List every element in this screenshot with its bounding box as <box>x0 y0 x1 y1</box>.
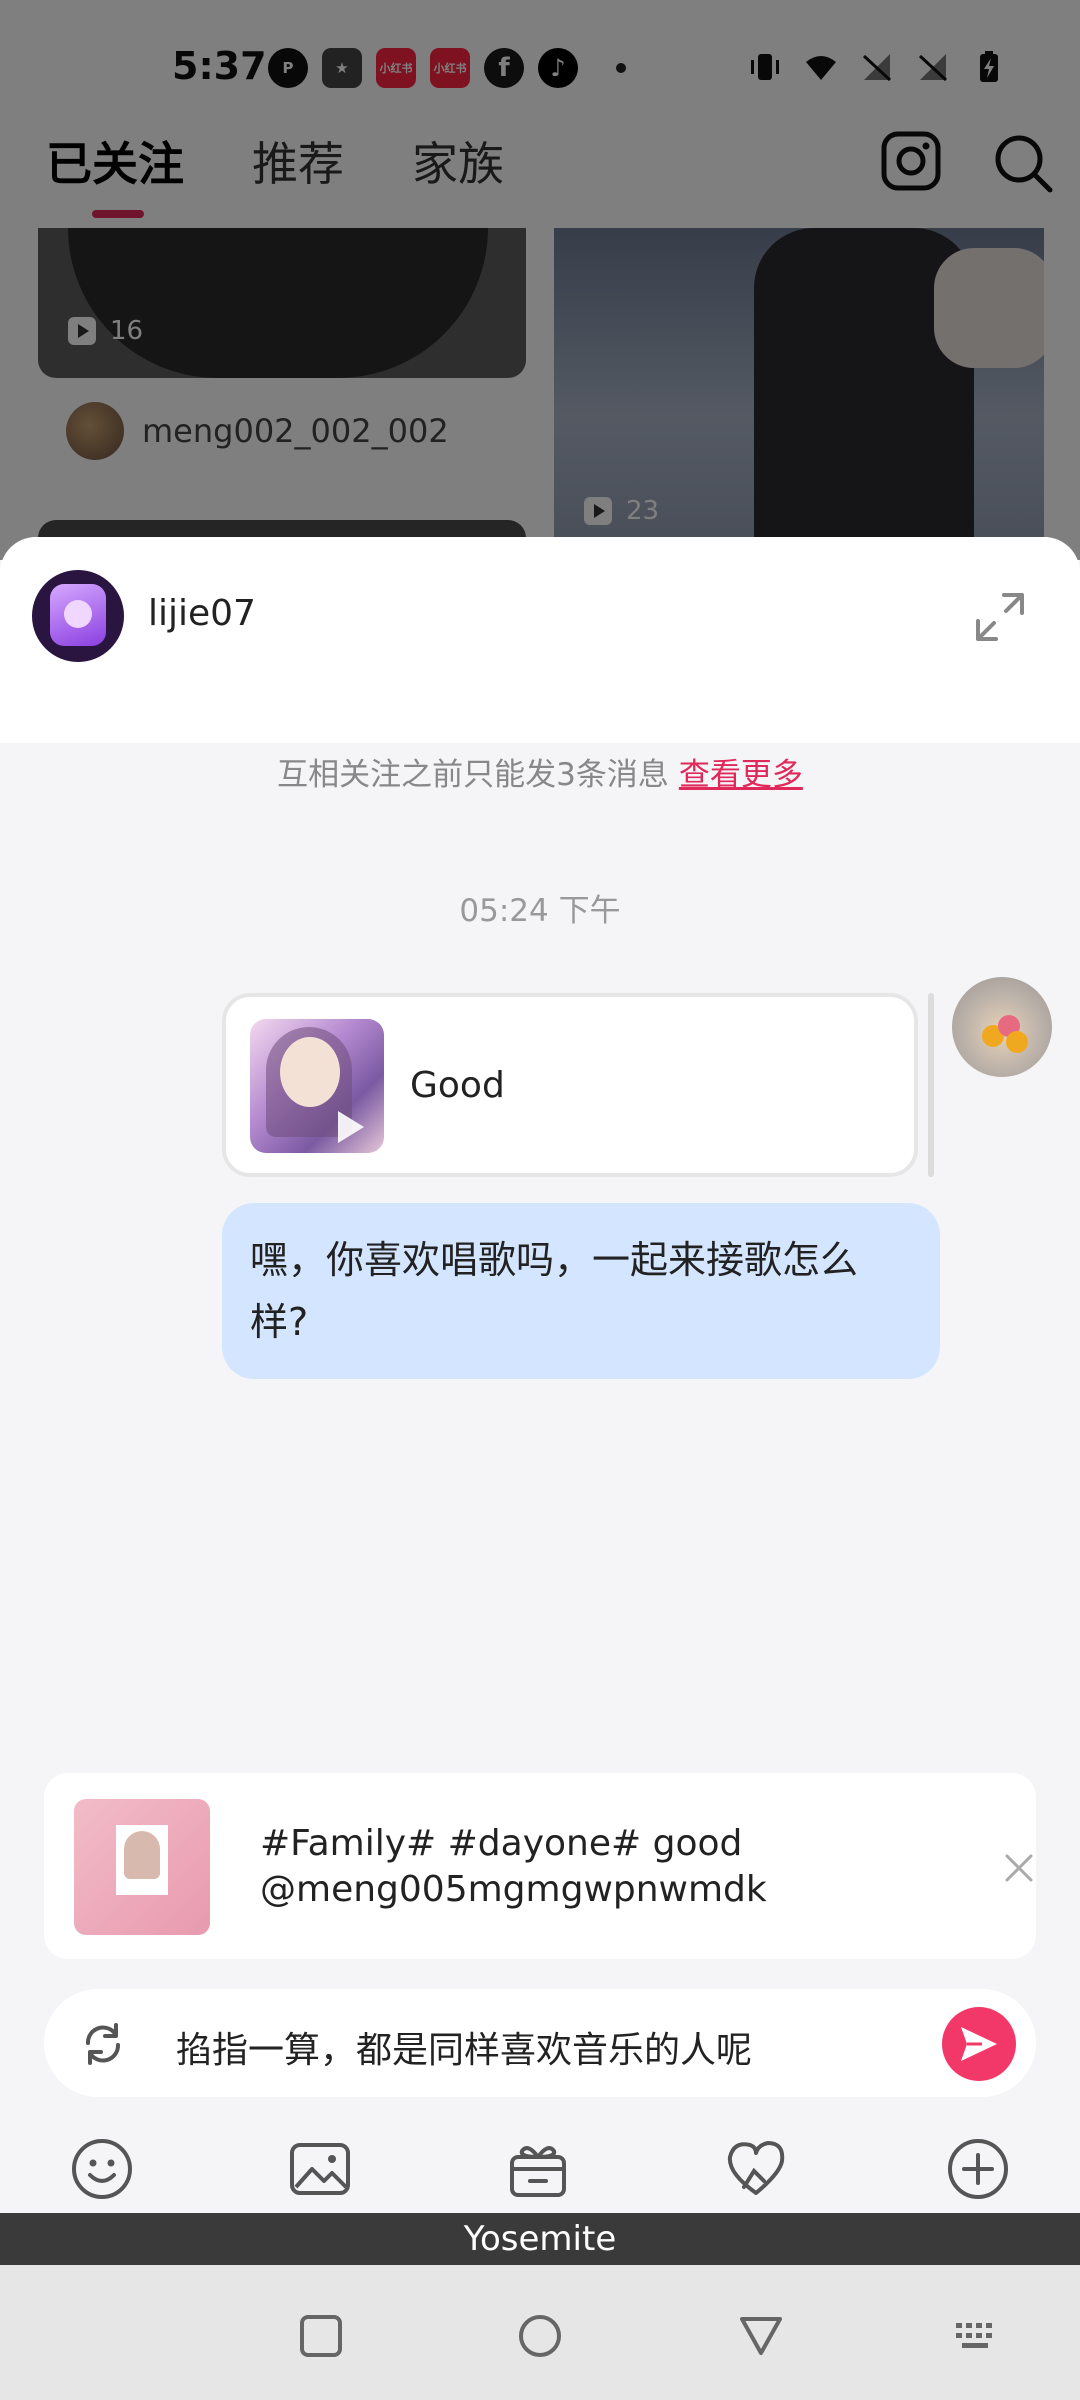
navigation-bar <box>0 2265 1080 2400</box>
send-button[interactable] <box>942 2007 1016 2081</box>
post-mention: @meng005mgmgwpnwmdk <box>260 1869 767 1910</box>
plus-icon[interactable] <box>946 2137 1010 2201</box>
divider <box>928 993 934 1177</box>
message-bubble[interactable]: 嘿，你喜欢唱歌吗，一起来接歌怎么样? <box>222 1203 940 1379</box>
close-icon[interactable] <box>1004 1853 1034 1883</box>
shared-video-message[interactable]: Good <box>222 993 918 1177</box>
shared-video-title: Good <box>410 1065 505 1106</box>
refresh-icon[interactable] <box>78 2019 128 2069</box>
recents-button[interactable] <box>298 2313 344 2359</box>
gift-icon[interactable] <box>506 2137 570 2201</box>
message-limit-notice: 互相关注之前只能发3条消息 查看更多 <box>0 749 1080 794</box>
keyboard-name-bar: Yosemite <box>0 2213 1080 2265</box>
scrim[interactable] <box>0 0 1080 560</box>
peer-name[interactable]: lijie07 <box>148 593 256 634</box>
post-thumbnail <box>74 1799 210 1935</box>
suggested-post-text: #Family# #dayone# good @meng005mgmgwpnwm… <box>260 1821 767 1913</box>
image-icon[interactable] <box>288 2137 352 2201</box>
heart-badge-icon[interactable] <box>724 2137 788 2201</box>
expand-icon[interactable] <box>970 587 1030 647</box>
video-thumbnail <box>250 1019 384 1153</box>
home-button[interactable] <box>517 2313 563 2359</box>
notice-text: 互相关注之前只能发3条消息 <box>277 757 669 793</box>
post-hashtags: #Family# #dayone# good <box>260 1823 743 1864</box>
chat-header: lijie07 <box>0 537 1080 743</box>
back-button[interactable] <box>738 2313 784 2359</box>
message-input-bar: 掐指一算，都是同样喜欢音乐的人呢 <box>44 1989 1036 2097</box>
chat-toolbar <box>0 2137 1080 2207</box>
message-input[interactable]: 掐指一算，都是同样喜欢音乐的人呢 <box>176 2021 752 2073</box>
see-more-link[interactable]: 查看更多 <box>679 757 803 793</box>
suggested-post-card[interactable]: #Family# #dayone# good @meng005mgmgwpnwm… <box>44 1773 1036 1959</box>
avatar[interactable] <box>32 570 124 662</box>
avatar[interactable] <box>952 977 1052 1077</box>
background-feed: 5:37 P ★ 小红书 小红书 f ♪ 已关注 推荐 家族 <box>0 0 1080 560</box>
emoji-icon[interactable] <box>70 2137 134 2201</box>
send-icon <box>961 2027 997 2061</box>
play-icon <box>338 1111 364 1143</box>
keyboard-switch-button[interactable] <box>954 2313 1000 2359</box>
chat-sheet: lijie07 互相关注之前只能发3条消息 查看更多 05:24 下午 Good … <box>0 537 1080 2213</box>
message-timestamp: 05:24 下午 <box>459 893 621 929</box>
